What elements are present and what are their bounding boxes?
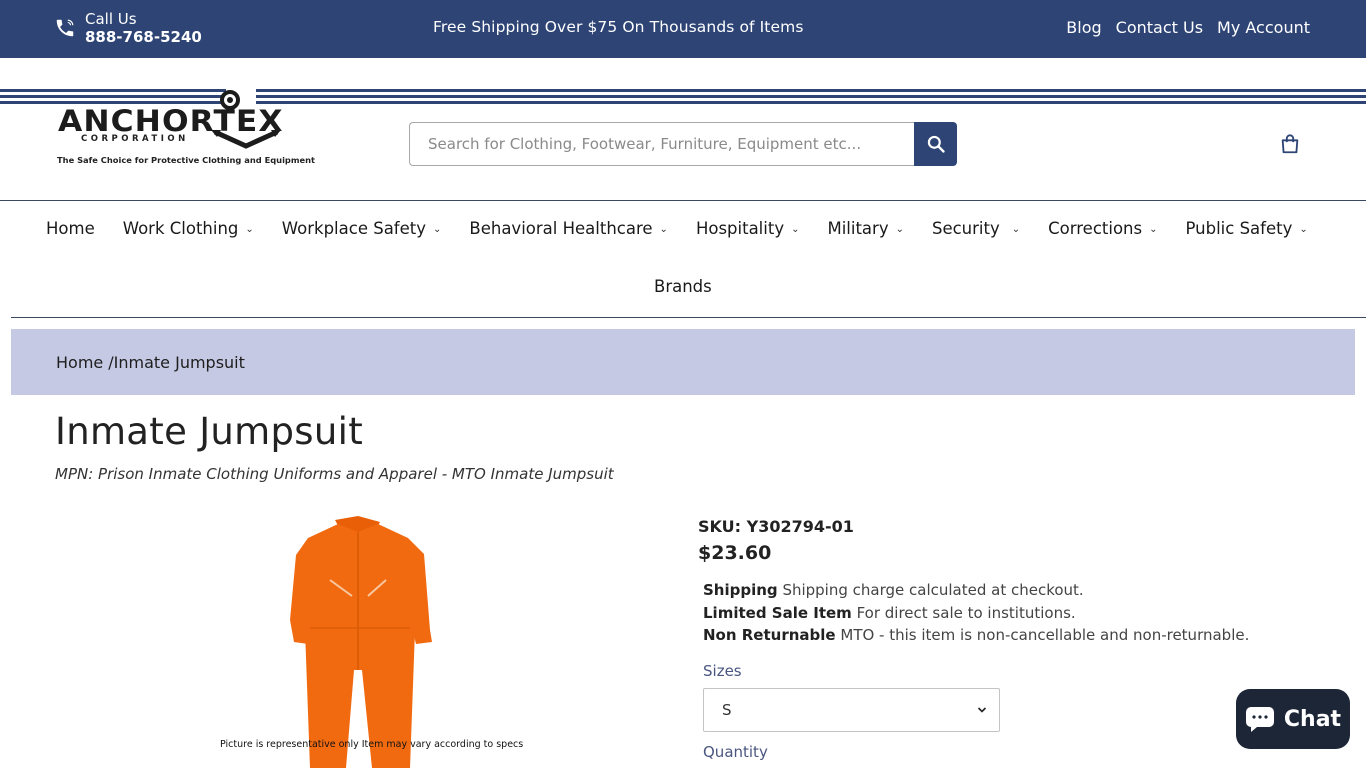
nav-bottom-divider [11, 317, 1366, 318]
logo-tagline: The Safe Choice for Protective Clothing … [57, 155, 316, 165]
nav-item-military[interactable]: Military ⌄ [827, 219, 904, 238]
chat-button[interactable]: Chat [1236, 689, 1350, 749]
breadcrumb: Home / Inmate Jumpsuit [11, 329, 1355, 395]
product-price: $23.60 [698, 542, 772, 564]
chevron-down-icon: ⌄ [245, 224, 254, 235]
anchor-base-icon [211, 129, 281, 149]
logo-corporation: CORPORATION [81, 134, 189, 144]
info-label: Limited Sale Item [703, 603, 852, 622]
top-bar: Call Us 888-768-5240 Free Shipping Over … [0, 0, 1366, 58]
nav-item-brands[interactable]: Brands [654, 277, 712, 296]
product-info: Shipping Shipping charge calculated at c… [703, 579, 1249, 647]
chat-label: Chat [1283, 706, 1342, 732]
phone-number[interactable]: 888-768-5240 [85, 28, 202, 46]
nav-item-label: Public Safety [1185, 219, 1293, 238]
nav-item-label: Hospitality [695, 219, 785, 238]
info-text: Shipping charge calculated at checkout. [782, 581, 1084, 599]
search-button[interactable] [914, 122, 957, 166]
nav-item-label: Workplace Safety [281, 219, 426, 238]
nav-top-divider [0, 200, 1366, 201]
blog-link[interactable]: Blog [1066, 18, 1101, 37]
nav-item-security[interactable]: Security ⌄ [932, 219, 1020, 238]
nav-item-work-clothing[interactable]: Work Clothing ⌄ [123, 219, 254, 238]
chevron-down-icon: ⌄ [791, 224, 800, 235]
chevron-down-icon: ⌄ [1299, 224, 1308, 235]
breadcrumb-home[interactable]: Home [56, 353, 103, 372]
shipping-info: Shipping Shipping charge calculated at c… [703, 579, 1249, 602]
info-label: Non Returnable [703, 626, 836, 644]
size-select[interactable]: S [703, 688, 1000, 732]
promo-banner: Free Shipping Over $75 On Thousands of I… [433, 18, 804, 36]
shopping-bag-icon[interactable] [1279, 133, 1301, 155]
contact-us-link[interactable]: Contact Us [1116, 18, 1203, 37]
my-account-link[interactable]: My Account [1217, 18, 1310, 37]
search-bar [409, 122, 957, 166]
anchortex-logo[interactable]: ANCHORTEX CORPORATION The Safe Choice fo… [56, 88, 315, 170]
chevron-down-icon: ⌄ [659, 224, 668, 235]
top-links: Blog Contact Us My Account [1066, 18, 1310, 37]
nav-item-label: Security [931, 219, 1000, 238]
nav-item-corrections[interactable]: Corrections ⌄ [1048, 219, 1157, 238]
nav-item-workplace-safety[interactable]: Workplace Safety ⌄ [282, 219, 442, 238]
nav-item-label: Military [827, 219, 889, 238]
info-text: MTO - this item is non-cancellable and n… [840, 626, 1250, 644]
call-us[interactable]: Call Us 888-768-5240 [54, 10, 202, 46]
nav-item-label: Work Clothing [122, 219, 239, 238]
info-text: For direct sale to institutions. [856, 603, 1076, 622]
size-selected-value: S [722, 701, 732, 719]
nav-item-behavioral-healthcare[interactable]: Behavioral Healthcare ⌄ [469, 219, 668, 238]
non-returnable-info: Non Returnable MTO - this item is non-ca… [703, 624, 1249, 647]
chevron-down-icon [977, 707, 987, 713]
product-title: Inmate Jumpsuit [55, 410, 364, 453]
sizes-label: Sizes [703, 662, 742, 680]
breadcrumb-current: Inmate Jumpsuit [113, 352, 245, 372]
product-image[interactable] [210, 510, 510, 768]
nav-item-label: Home [46, 219, 95, 238]
chevron-down-icon: ⌄ [433, 224, 442, 235]
product-sku: SKU: Y302794-01 [698, 517, 854, 536]
chat-bubble-icon [1245, 707, 1274, 732]
nav-item-home[interactable]: Home [46, 219, 95, 238]
quantity-label: Quantity [703, 743, 768, 761]
call-us-label: Call Us [85, 10, 137, 28]
chevron-down-icon: ⌄ [1149, 224, 1158, 235]
limited-sale-info: Limited Sale Item For direct sale to ins… [703, 602, 1249, 625]
phone-icon [56, 19, 74, 37]
nav-item-label: Behavioral Healthcare [469, 219, 653, 238]
product-mpn: MPN: Prison Inmate Clothing Uniforms and… [55, 465, 614, 483]
info-label: Shipping [703, 581, 778, 599]
chevron-down-icon: ⌄ [895, 224, 904, 235]
search-icon [927, 135, 945, 153]
nav-item-public-safety[interactable]: Public Safety ⌄ [1186, 219, 1308, 238]
nav-item-hospitality[interactable]: Hospitality ⌄ [696, 219, 800, 238]
main-nav: Home Work Clothing ⌄ Workplace Safety ⌄ … [46, 219, 1308, 238]
search-input[interactable] [409, 122, 914, 166]
nav-item-label: Corrections [1048, 219, 1143, 238]
chevron-down-icon: ⌄ [1011, 224, 1021, 235]
image-caption: Picture is representative only Item may … [220, 739, 524, 750]
